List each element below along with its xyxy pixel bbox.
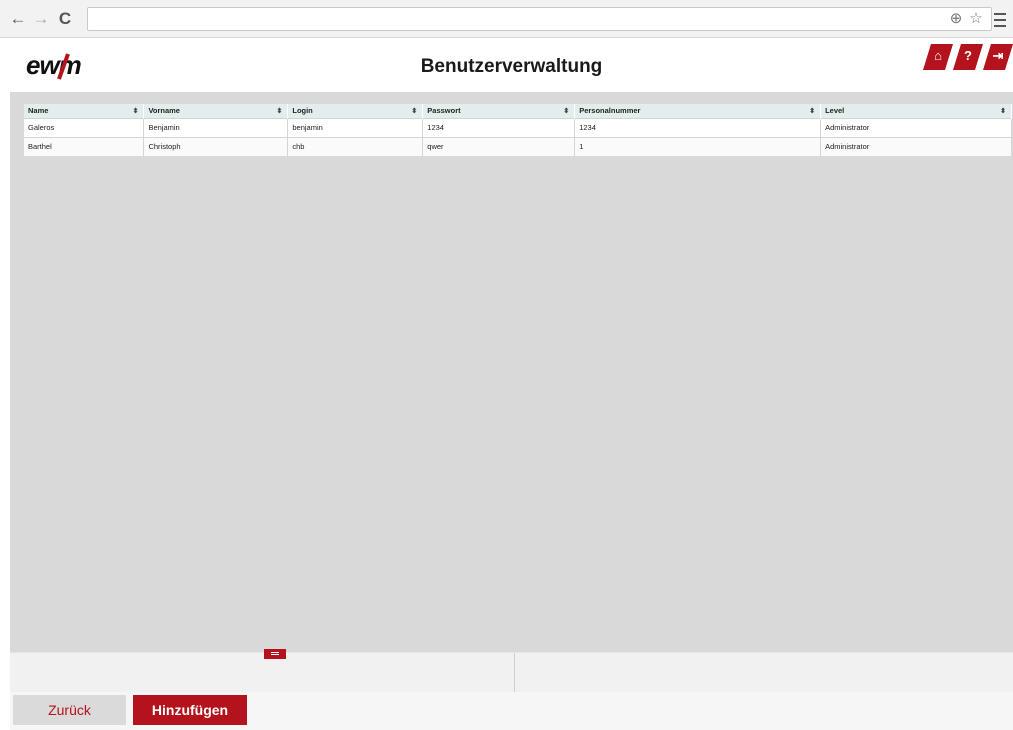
cell-login: chb: [287, 136, 424, 156]
panel-toggle-icon[interactable]: [264, 649, 286, 659]
table-header-row: Name ⬍ Vorname ⬍ Login ⬍ Passwort ⬍ Personal…: [24, 104, 1012, 118]
cell-personalnummer: 1: [574, 136, 822, 156]
zoom-icon[interactable]: ⊕: [947, 9, 965, 29]
sort-icon[interactable]: ⬍: [563, 107, 569, 115]
help-button[interactable]: ?: [953, 44, 983, 70]
app-header: ewm Benutzerverwaltung ⌂ ? ⇥: [10, 38, 1013, 92]
address-bar-icons: ⊕ ☆: [947, 9, 985, 29]
footer-bar: Zurück Hinzufügen: [10, 692, 1013, 730]
back-button[interactable]: Zurück: [13, 695, 126, 725]
sort-icon[interactable]: ⬍: [1000, 107, 1006, 115]
column-header-login[interactable]: Login ⬍: [287, 104, 424, 118]
cell-name: Galeros: [24, 117, 145, 137]
users-table: Name ⬍ Vorname ⬍ Login ⬍ Passwort ⬍ Personal…: [24, 104, 1012, 156]
cell-level: Administrator: [820, 136, 1012, 156]
cell-level: Administrator: [820, 117, 1012, 137]
column-header-name[interactable]: Name ⬍: [24, 104, 145, 118]
cell-vorname: Benjamin: [143, 117, 289, 137]
browser-toolbar: ← → C ⊕ ☆: [0, 0, 1013, 38]
column-header-level[interactable]: Level ⬍: [820, 104, 1012, 118]
home-icon: ⌂: [934, 48, 942, 63]
column-header-vorname[interactable]: Vorname ⬍: [143, 104, 289, 118]
table-row[interactable]: Galeros Benjamin benjamin 1234 1234 Admi…: [24, 117, 1012, 137]
cell-passwort: qwer: [422, 136, 576, 156]
header-actions: ⌂ ? ⇥: [923, 44, 1013, 70]
cell-login: benjamin: [287, 117, 424, 137]
table-row[interactable]: Barthel Christoph chb qwer 1 Administrat…: [24, 136, 1012, 156]
bottom-panel: [10, 649, 1013, 693]
page-title: Benutzerverwaltung: [420, 56, 603, 77]
back-arrow-icon[interactable]: ←: [8, 8, 28, 30]
bookmark-star-icon[interactable]: ☆: [967, 9, 985, 29]
column-header-personalnummer[interactable]: Personalnummer ⬍: [574, 104, 822, 118]
help-icon: ?: [964, 48, 972, 63]
cell-personalnummer: 1234: [574, 117, 822, 137]
sort-icon[interactable]: ⬍: [276, 107, 282, 115]
logout-icon: ⇥: [992, 48, 1004, 63]
cell-vorname: Christoph: [143, 136, 289, 156]
sort-icon[interactable]: ⬍: [133, 107, 139, 115]
logout-button[interactable]: ⇥: [983, 44, 1013, 70]
home-button[interactable]: ⌂: [923, 44, 953, 70]
cell-name: Barthel: [24, 136, 145, 156]
cell-passwort: 1234: [422, 117, 576, 137]
address-bar[interactable]: [87, 7, 992, 31]
add-user-button[interactable]: Hinzufügen: [133, 695, 247, 725]
column-header-passwort[interactable]: Passwort ⬍: [422, 104, 576, 118]
browser-menu-icon[interactable]: [991, 8, 1009, 30]
reload-icon[interactable]: C: [55, 8, 75, 30]
main-content: Name ⬍ Vorname ⬍ Login ⬍ Passwort ⬍ Personal…: [10, 92, 1013, 652]
sort-icon[interactable]: ⬍: [411, 107, 417, 115]
forward-arrow-icon[interactable]: →: [31, 8, 51, 30]
panel-divider: [514, 653, 515, 693]
sort-icon[interactable]: ⬍: [809, 107, 815, 115]
